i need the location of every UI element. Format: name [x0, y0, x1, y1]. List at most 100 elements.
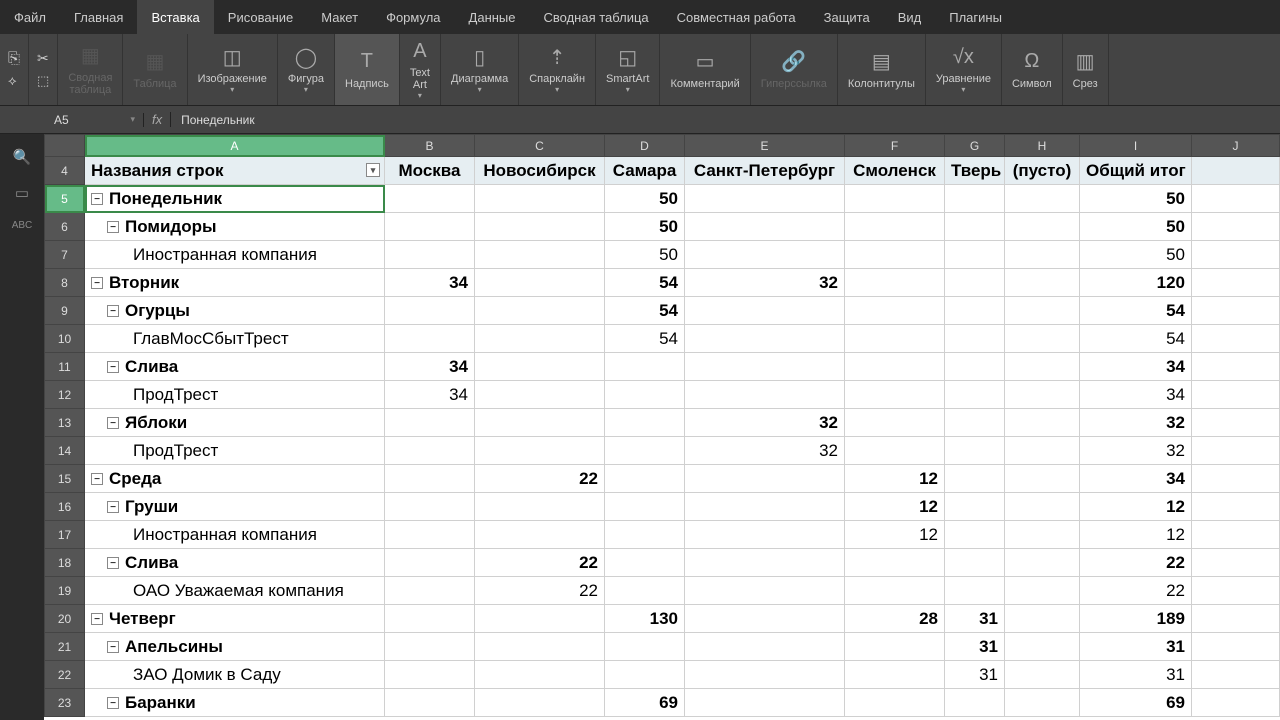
cell-B12[interactable]: 34 — [385, 381, 475, 409]
cell-I6[interactable]: 50 — [1080, 213, 1192, 241]
cell-D17[interactable] — [605, 521, 685, 549]
cell-J20[interactable] — [1192, 605, 1280, 633]
collapse-icon[interactable]: − — [91, 473, 103, 485]
cell-I19[interactable]: 22 — [1080, 577, 1192, 605]
comments-icon[interactable]: ▭ — [15, 184, 29, 202]
cell-D15[interactable] — [605, 465, 685, 493]
cell-G17[interactable] — [945, 521, 1005, 549]
column-header-C[interactable]: C — [475, 135, 605, 157]
ribbon-срез[interactable]: ▥Срез — [1063, 34, 1109, 105]
cell-I7[interactable]: 50 — [1080, 241, 1192, 269]
cell-E15[interactable] — [685, 465, 845, 493]
cell-H6[interactable] — [1005, 213, 1080, 241]
cell-G20[interactable]: 31 — [945, 605, 1005, 633]
cell-H17[interactable] — [1005, 521, 1080, 549]
cell-H13[interactable] — [1005, 409, 1080, 437]
cell-C19[interactable]: 22 — [475, 577, 605, 605]
cell-E10[interactable] — [685, 325, 845, 353]
cell-I13[interactable]: 32 — [1080, 409, 1192, 437]
column-header-D[interactable]: D — [605, 135, 685, 157]
row-header-9[interactable]: 9 — [45, 297, 85, 325]
cell-G22[interactable]: 31 — [945, 661, 1005, 689]
ribbon-колонтитулы[interactable]: ▤Колонтитулы — [838, 34, 926, 105]
cell-H9[interactable] — [1005, 297, 1080, 325]
cell-A10[interactable]: ГлавМосСбытТрест — [85, 325, 385, 353]
cell-G13[interactable] — [945, 409, 1005, 437]
cell-E18[interactable] — [685, 549, 845, 577]
cut-icon[interactable]: ✂ — [37, 50, 49, 67]
cell-J19[interactable] — [1192, 577, 1280, 605]
cell-F6[interactable] — [845, 213, 945, 241]
cell-A7[interactable]: Иностранная компания — [85, 241, 385, 269]
cell-C11[interactable] — [475, 353, 605, 381]
ribbon-изображение[interactable]: ◫Изображение▾ — [188, 34, 278, 105]
collapse-icon[interactable]: − — [107, 221, 119, 233]
cell-B13[interactable] — [385, 409, 475, 437]
cell-F11[interactable] — [845, 353, 945, 381]
cell-E5[interactable] — [685, 185, 845, 213]
cell-E11[interactable] — [685, 353, 845, 381]
cell-I10[interactable]: 54 — [1080, 325, 1192, 353]
cell-B14[interactable] — [385, 437, 475, 465]
cell-C8[interactable] — [475, 269, 605, 297]
row-header-4[interactable]: 4 — [45, 157, 85, 185]
select-all-corner[interactable] — [45, 135, 85, 157]
spellcheck-icon[interactable]: ABC — [12, 220, 33, 231]
cell-C20[interactable] — [475, 605, 605, 633]
cell-G18[interactable] — [945, 549, 1005, 577]
cell-C21[interactable] — [475, 633, 605, 661]
cell-F16[interactable]: 12 — [845, 493, 945, 521]
cell-G11[interactable] — [945, 353, 1005, 381]
cell-G19[interactable] — [945, 577, 1005, 605]
cell-C17[interactable] — [475, 521, 605, 549]
menu-макет[interactable]: Макет — [307, 0, 372, 34]
cell-E12[interactable] — [685, 381, 845, 409]
ribbon-надпись[interactable]: TНадпись — [335, 34, 400, 105]
cell-B18[interactable] — [385, 549, 475, 577]
cell-J7[interactable] — [1192, 241, 1280, 269]
cell-G5[interactable] — [945, 185, 1005, 213]
cell-F18[interactable] — [845, 549, 945, 577]
cell-D7[interactable]: 50 — [605, 241, 685, 269]
cell-J16[interactable] — [1192, 493, 1280, 521]
cell-H22[interactable] — [1005, 661, 1080, 689]
cell-C9[interactable] — [475, 297, 605, 325]
collapse-icon[interactable]: − — [107, 697, 119, 709]
cell-H10[interactable] — [1005, 325, 1080, 353]
menu-формула[interactable]: Формула — [372, 0, 454, 34]
row-header-7[interactable]: 7 — [45, 241, 85, 269]
cell-J22[interactable] — [1192, 661, 1280, 689]
cell-E19[interactable] — [685, 577, 845, 605]
cell-F12[interactable] — [845, 381, 945, 409]
column-header-H[interactable]: H — [1005, 135, 1080, 157]
cell-B17[interactable] — [385, 521, 475, 549]
cell-B7[interactable] — [385, 241, 475, 269]
cell-D23[interactable]: 69 — [605, 689, 685, 717]
cell-D22[interactable] — [605, 661, 685, 689]
menu-плагины[interactable]: Плагины — [935, 0, 1016, 34]
cell-F20[interactable]: 28 — [845, 605, 945, 633]
row-header-11[interactable]: 11 — [45, 353, 85, 381]
cell-B22[interactable] — [385, 661, 475, 689]
cell-C13[interactable] — [475, 409, 605, 437]
cell-G15[interactable] — [945, 465, 1005, 493]
fx-label[interactable]: fx — [144, 112, 171, 127]
menu-совместная работа[interactable]: Совместная работа — [663, 0, 810, 34]
cell-A16[interactable]: −Груши — [85, 493, 385, 521]
cell-C22[interactable] — [475, 661, 605, 689]
cell-C12[interactable] — [475, 381, 605, 409]
cell-A15[interactable]: −Среда — [85, 465, 385, 493]
format-painter-icon[interactable]: ⟡ — [8, 73, 20, 89]
cell-C10[interactable] — [475, 325, 605, 353]
cell-J21[interactable] — [1192, 633, 1280, 661]
row-header-22[interactable]: 22 — [45, 661, 85, 689]
cell-H16[interactable] — [1005, 493, 1080, 521]
column-header-A[interactable]: A — [85, 135, 385, 157]
cell-G7[interactable] — [945, 241, 1005, 269]
cell-I18[interactable]: 22 — [1080, 549, 1192, 577]
cell-B8[interactable]: 34 — [385, 269, 475, 297]
cell-A22[interactable]: ЗАО Домик в Саду — [85, 661, 385, 689]
cell-J10[interactable] — [1192, 325, 1280, 353]
cell-I22[interactable]: 31 — [1080, 661, 1192, 689]
formula-input[interactable]: Понедельник — [171, 113, 264, 127]
